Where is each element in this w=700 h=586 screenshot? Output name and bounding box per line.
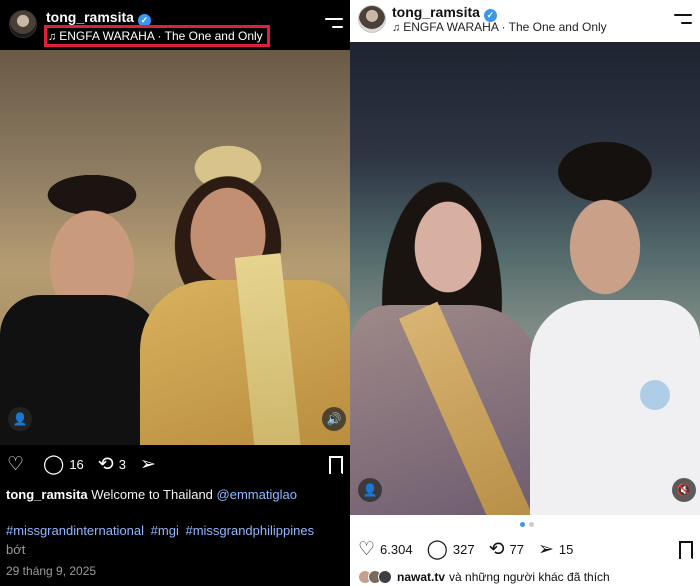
right-post-panel: tong_ramsita ✓ ♫ ENGFA WARAHA · The One an…: [350, 0, 700, 586]
comment-count: 16: [69, 457, 84, 472]
carousel-dot: [529, 522, 534, 527]
share-count: 15: [558, 542, 574, 557]
caption-username[interactable]: tong_ramsita: [6, 487, 88, 502]
hashtag[interactable]: #missgrandphilippines: [185, 523, 314, 538]
share-button[interactable]: ➢: [140, 455, 161, 474]
music-attribution[interactable]: ♫ ENGFA WARAHA · The One and Only: [44, 25, 270, 47]
repost-icon: ⟲: [97, 454, 114, 475]
caption-mention[interactable]: @emmatiglao: [217, 487, 297, 502]
caption-text: Welcome to Thailand: [91, 487, 213, 502]
hashtag[interactable]: #missgrandinternational: [6, 523, 144, 538]
post-header: tong_ramsita ✓ ♫ ENGFA WARAHA · The One an…: [0, 0, 350, 50]
action-bar: ♡ 6.304 ◯ 327 ⟲ 77 ➢ 15: [350, 540, 700, 559]
bookmark-icon[interactable]: [329, 456, 343, 474]
like-button[interactable]: ♡: [7, 455, 29, 474]
repost-count: 77: [509, 542, 524, 557]
repost-icon: ⟲: [488, 539, 505, 560]
highlight-box: [44, 25, 270, 47]
send-icon: ➢: [139, 454, 156, 475]
username-text[interactable]: tong_ramsita: [46, 9, 134, 25]
like-button[interactable]: ♡ 6.304: [358, 540, 413, 559]
sound-on-icon[interactable]: 🔊: [322, 407, 346, 431]
carousel-dot-active: [520, 522, 525, 527]
repost-button[interactable]: ⟲ 77: [489, 540, 524, 559]
repost-count: 3: [118, 457, 126, 472]
heart-icon: ♡: [7, 454, 25, 475]
hashtags: #missgrandinternational #mgi #missgrandp…: [6, 523, 317, 538]
share-button[interactable]: ➢ 15: [538, 540, 573, 559]
post-photo[interactable]: [0, 50, 350, 445]
menu-icon[interactable]: [674, 14, 692, 26]
menu-icon[interactable]: [325, 18, 343, 30]
post-date: 29 tháng 9, 2025: [6, 564, 97, 578]
repost-button[interactable]: ⟲ 3: [98, 455, 126, 474]
like-count: 6.304: [380, 542, 413, 557]
action-bar: ♡ ◯ 16 ⟲ 3 ➢: [0, 455, 350, 474]
left-post-panel: tong_ramsita ✓ ♫ ENGFA WARAHA · The One an…: [0, 0, 350, 586]
user-tag-icon[interactable]: 👤: [8, 407, 32, 431]
comment-count: 327: [452, 542, 475, 557]
username-text[interactable]: tong_ramsita: [392, 4, 480, 20]
hashtag[interactable]: #mgi: [151, 523, 179, 538]
bookmark-icon[interactable]: [679, 541, 693, 559]
comment-button[interactable]: ◯ 16: [43, 455, 84, 474]
send-icon: ➢: [537, 539, 554, 560]
music-text[interactable]: ENGFA WARAHA · The One and Only: [403, 20, 606, 34]
less-link[interactable]: bớt: [6, 542, 25, 557]
user-tag-icon[interactable]: 👤: [358, 478, 382, 502]
post-photo[interactable]: [350, 42, 700, 515]
comment-icon: ◯: [426, 539, 448, 560]
music-attribution[interactable]: ♫ ENGFA WARAHA · The One and Only: [392, 20, 607, 34]
comment-icon: ◯: [43, 454, 65, 475]
photo-badge: [640, 380, 670, 410]
mute-icon[interactable]: 🔇: [672, 478, 696, 502]
caption: tong_ramsita Welcome to Thailand @emmati…: [6, 487, 297, 502]
music-note-icon: ♫: [392, 22, 401, 34]
carousel-dots: [520, 522, 534, 527]
avatar[interactable]: [358, 5, 386, 33]
avatar[interactable]: [9, 10, 37, 38]
heart-icon: ♡: [358, 539, 376, 560]
comment-button[interactable]: ◯ 327: [427, 540, 475, 559]
